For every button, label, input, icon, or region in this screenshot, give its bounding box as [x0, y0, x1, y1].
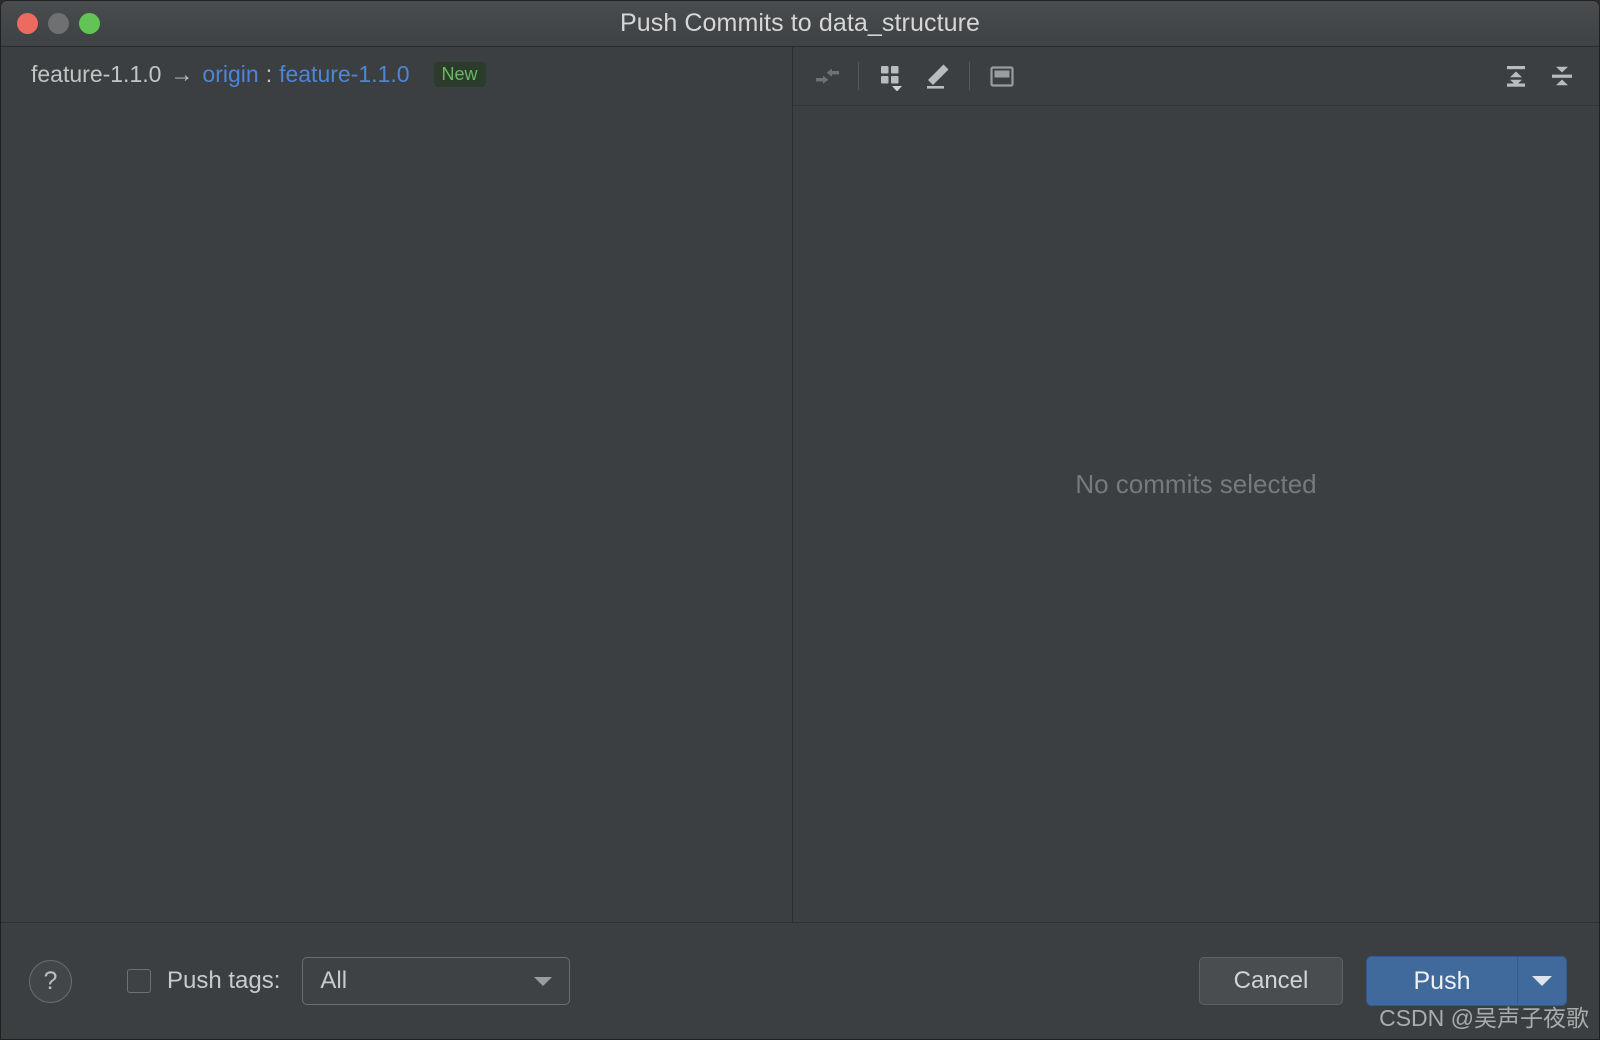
- dialog-footer: ? Push tags: All Cancel Push CSDN @吴声子夜歌: [1, 923, 1599, 1039]
- details-toolbar-right: [1493, 54, 1585, 98]
- close-window-button[interactable]: [17, 13, 38, 34]
- status-badge: New: [433, 62, 486, 87]
- toolbar-divider: [858, 62, 859, 90]
- arrow-right-icon: →: [170, 61, 194, 87]
- push-commits-dialog: Push Commits to data_structure feature-1…: [0, 0, 1600, 1040]
- push-tags-group: Push tags: All: [127, 957, 571, 1005]
- preview-panel-button[interactable]: [979, 54, 1025, 98]
- push-tags-value: All: [320, 967, 348, 994]
- collapse-arrows-button[interactable]: [803, 54, 849, 98]
- commit-details-pane: No commits selected: [793, 47, 1599, 922]
- push-tags-checkbox[interactable]: [127, 969, 151, 993]
- chevron-down-icon: [1532, 976, 1552, 986]
- grid-view-icon: [881, 66, 902, 91]
- edit-pencil-icon: [927, 64, 949, 89]
- push-button[interactable]: Push: [1367, 957, 1517, 1005]
- remote-branch-label[interactable]: feature-1.1.0: [279, 61, 409, 88]
- push-options-dropdown-button[interactable]: [1517, 957, 1566, 1005]
- chevron-down-icon: [534, 976, 553, 986]
- edit-message-button[interactable]: [914, 54, 960, 98]
- maximize-window-button[interactable]: [79, 13, 100, 34]
- commit-list[interactable]: [1, 102, 792, 922]
- push-tags-label: Push tags:: [167, 967, 281, 994]
- details-toolbar: [793, 47, 1599, 106]
- collapse-all-button[interactable]: [1539, 54, 1585, 98]
- details-body: No commits selected: [793, 106, 1599, 922]
- details-toolbar-left: [803, 54, 1025, 98]
- push-tags-select[interactable]: All: [302, 957, 571, 1005]
- dialog-content: feature-1.1.0 → origin : feature-1.1.0 N…: [1, 47, 1599, 923]
- window-title: Push Commits to data_structure: [619, 9, 981, 37]
- empty-state-message: No commits selected: [1075, 468, 1317, 499]
- collapse-arrows-icon: [816, 68, 839, 84]
- cancel-button[interactable]: Cancel: [1199, 957, 1343, 1005]
- branch-separator: :: [265, 61, 273, 87]
- window-controls: [17, 1, 100, 46]
- push-split-button: Push: [1366, 956, 1567, 1006]
- expand-all-button[interactable]: [1493, 54, 1539, 98]
- title-bar: Push Commits to data_structure: [1, 1, 1599, 47]
- collapse-all-icon: [1552, 66, 1572, 86]
- remote-name-label[interactable]: origin: [202, 61, 258, 88]
- push-target-row[interactable]: feature-1.1.0 → origin : feature-1.1.0 N…: [1, 47, 792, 102]
- commits-pane: feature-1.1.0 → origin : feature-1.1.0 N…: [1, 47, 793, 922]
- minimize-window-button[interactable]: [48, 13, 69, 34]
- help-button[interactable]: ?: [29, 959, 72, 1003]
- preview-panel-icon: [990, 66, 1014, 87]
- grid-view-button[interactable]: [868, 54, 914, 98]
- local-branch-label: feature-1.1.0: [31, 61, 162, 87]
- toolbar-divider-2: [969, 62, 970, 90]
- expand-all-icon: [1507, 66, 1525, 87]
